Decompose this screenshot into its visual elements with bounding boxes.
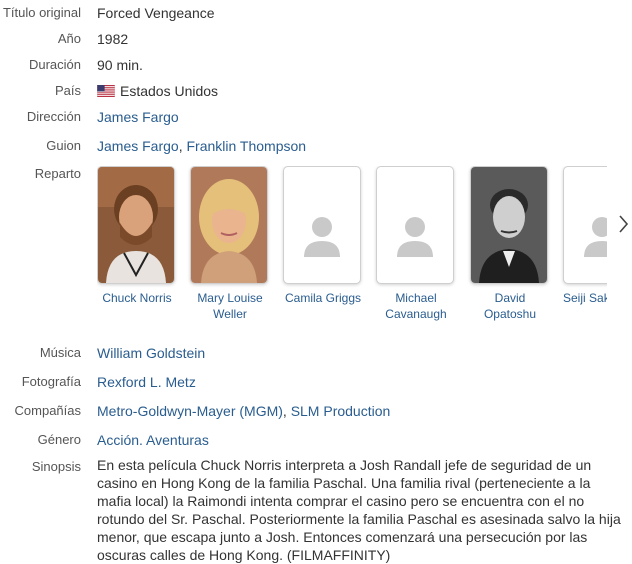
cast-card[interactable]: Chuck Norris (97, 166, 177, 306)
value-year: 1982 (97, 31, 129, 47)
label-year: Año (57, 31, 81, 46)
label-original-title: Título original (2, 5, 81, 20)
label-direction: Dirección (26, 109, 81, 124)
value-genre: Acción. Aventuras (97, 432, 209, 448)
person-placeholder-icon (397, 217, 433, 257)
actor-photo[interactable] (563, 166, 607, 284)
value-original-title: Forced Vengeance (97, 5, 215, 21)
actor-photo[interactable] (190, 166, 268, 284)
actor-name-link[interactable]: Seiji Sakaguchi (563, 290, 607, 306)
genre-link[interactable]: Acción (97, 432, 139, 448)
company-link[interactable]: SLM Production (291, 403, 391, 419)
person-placeholder-icon (584, 217, 607, 257)
cast-card[interactable]: Mary Louise Weller (190, 166, 270, 322)
actor-photo-image (98, 167, 174, 283)
value-music-wrap: William Goldstein (97, 345, 205, 361)
genre-link[interactable]: Aventuras (146, 432, 209, 448)
us-flag-icon (97, 85, 115, 97)
value-country: Estados Unidos (97, 83, 218, 99)
actor-photo[interactable] (283, 166, 361, 284)
actor-name-link[interactable]: Camila Griggs (283, 290, 363, 306)
label-duration: Duración (28, 57, 81, 72)
value-photography-wrap: Rexford L. Metz (97, 374, 196, 390)
company-link[interactable]: Metro-Goldwyn-Mayer (MGM) (97, 403, 283, 419)
cast-card[interactable]: Seiji Sakaguchi (563, 166, 607, 306)
cast-card[interactable]: David Opatoshu (470, 166, 550, 322)
cinematographer-link[interactable]: Rexford L. Metz (97, 374, 196, 390)
synopsis-text: En esta película Chuck Norris interpreta… (97, 457, 621, 563)
cast-carousel: Chuck Norris Mary Louise Weller Camila G… (97, 166, 607, 331)
writer-link[interactable]: Franklin Thompson (186, 138, 306, 154)
label-cast: Reparto (34, 166, 81, 181)
value-duration: 90 min. (97, 57, 143, 73)
label-music: Música (39, 345, 81, 360)
value-companies: Metro-Goldwyn-Mayer (MGM), SLM Productio… (97, 403, 390, 419)
cast-card[interactable]: Michael Cavanaugh (376, 166, 456, 322)
actor-photo[interactable] (97, 166, 175, 284)
label-genre: Género (37, 432, 81, 447)
actor-name-link[interactable]: Mary Louise Weller (190, 290, 270, 322)
genre-separator: . (139, 432, 147, 448)
value-direction-wrap: James Fargo (97, 109, 179, 125)
actor-photo[interactable] (470, 166, 548, 284)
country-name: Estados Unidos (120, 83, 219, 99)
label-photography: Fotografía (21, 374, 81, 389)
label-synopsis: Sinopsis (31, 459, 81, 474)
composer-link[interactable]: William Goldstein (97, 345, 205, 361)
writer-link[interactable]: James Fargo (97, 138, 179, 154)
label-country: País (54, 83, 81, 98)
comma-separator: , (282, 403, 291, 419)
actor-name-link[interactable]: Chuck Norris (97, 290, 177, 306)
actor-photo-image (471, 167, 547, 283)
person-placeholder-icon (304, 217, 340, 257)
actor-name-link[interactable]: Michael Cavanaugh (376, 290, 456, 322)
cast-card[interactable]: Camila Griggs (283, 166, 363, 306)
actor-name-link[interactable]: David Opatoshu (470, 290, 550, 322)
actor-photo[interactable] (376, 166, 454, 284)
label-companies: Compañías (14, 403, 81, 418)
actor-photo-image (191, 167, 267, 283)
director-link[interactable]: James Fargo (97, 109, 179, 125)
chevron-right-icon[interactable] (617, 212, 631, 236)
value-script: James Fargo, Franklin Thompson (97, 138, 306, 154)
label-script: Guion (46, 138, 81, 153)
